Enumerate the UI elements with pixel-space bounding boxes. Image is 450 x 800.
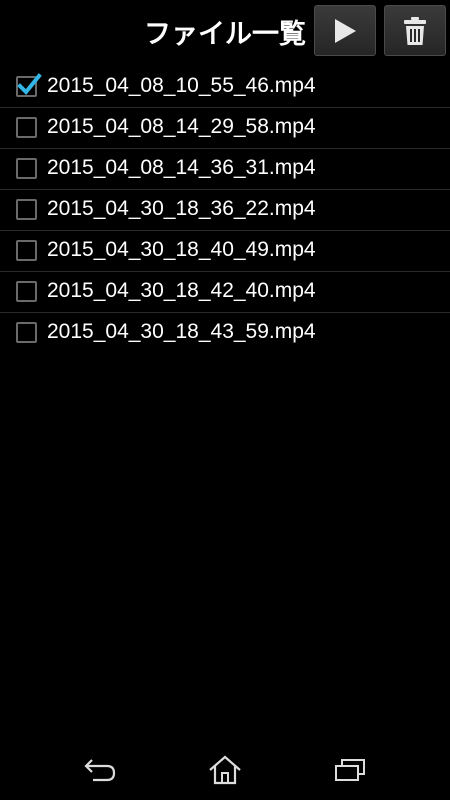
- file-checkbox[interactable]: [16, 117, 37, 138]
- file-row[interactable]: 2015_04_30_18_42_40.mp4: [0, 272, 450, 313]
- delete-button[interactable]: [384, 5, 446, 56]
- back-button[interactable]: [80, 752, 120, 788]
- file-name: 2015_04_30_18_43_59.mp4: [47, 320, 316, 343]
- file-checkbox[interactable]: [16, 240, 37, 261]
- page-title: ファイル一覧: [144, 19, 306, 50]
- file-checkbox[interactable]: [16, 73, 42, 97]
- file-name: 2015_04_30_18_40_49.mp4: [47, 238, 316, 261]
- file-row[interactable]: 2015_04_30_18_43_59.mp4: [0, 313, 450, 354]
- file-name: 2015_04_08_14_36_31.mp4: [47, 156, 316, 179]
- file-name: 2015_04_30_18_36_22.mp4: [47, 197, 316, 220]
- header: ファイル一覧: [0, 0, 450, 62]
- file-name: 2015_04_08_14_29_58.mp4: [47, 115, 316, 138]
- navigation-bar: [0, 740, 450, 800]
- play-button[interactable]: [314, 5, 376, 56]
- play-icon: [335, 18, 356, 43]
- screen: ファイル一覧 2015_04_08_10_55_46.mp4 2015_04_08…: [0, 0, 450, 800]
- recent-apps-icon: [335, 759, 365, 781]
- checkmark-icon: [17, 73, 42, 95]
- file-checkbox[interactable]: [16, 158, 37, 179]
- home-button[interactable]: [205, 752, 245, 788]
- file-row[interactable]: 2015_04_30_18_36_22.mp4: [0, 190, 450, 231]
- file-checkbox[interactable]: [16, 281, 37, 302]
- file-row[interactable]: 2015_04_30_18_40_49.mp4: [0, 231, 450, 272]
- file-row[interactable]: 2015_04_08_14_29_58.mp4: [0, 108, 450, 149]
- file-list: 2015_04_08_10_55_46.mp4 2015_04_08_14_29_…: [0, 67, 450, 354]
- file-name: 2015_04_08_10_55_46.mp4: [47, 74, 316, 97]
- trash-icon: [404, 16, 426, 45]
- file-checkbox[interactable]: [16, 199, 37, 220]
- recent-apps-button[interactable]: [330, 752, 370, 788]
- file-row[interactable]: 2015_04_08_10_55_46.mp4: [0, 67, 450, 108]
- file-name: 2015_04_30_18_42_40.mp4: [47, 279, 316, 302]
- home-icon: [209, 755, 241, 785]
- file-row[interactable]: 2015_04_08_14_36_31.mp4: [0, 149, 450, 190]
- file-checkbox[interactable]: [16, 322, 37, 343]
- back-icon: [84, 759, 116, 782]
